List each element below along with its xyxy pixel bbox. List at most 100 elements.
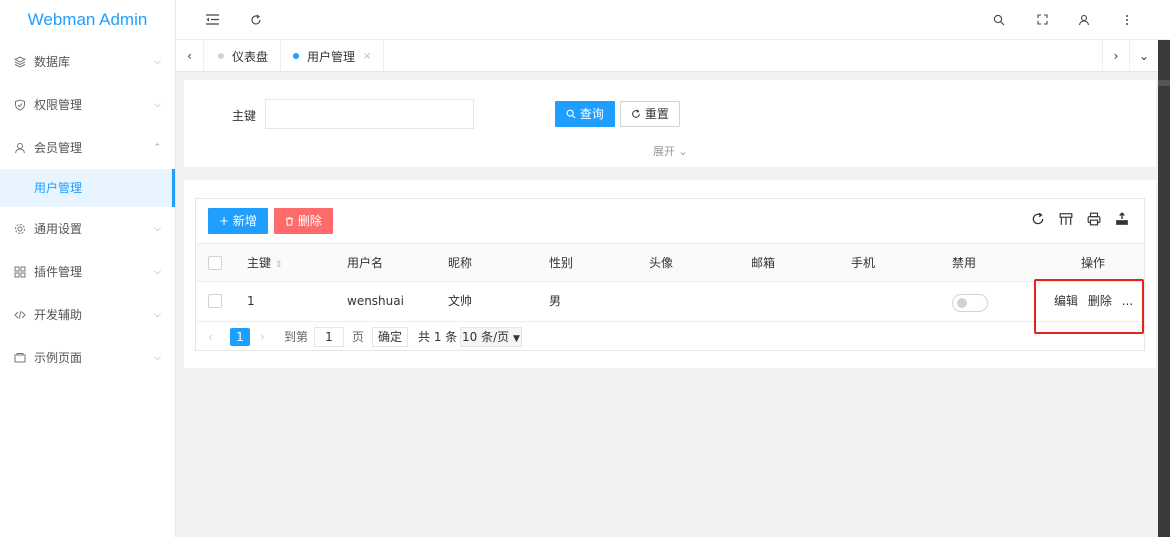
refresh-icon[interactable]	[1030, 212, 1046, 228]
chevron-down-icon: ⌵	[154, 309, 161, 320]
layers-icon	[14, 55, 26, 68]
column-header-nickname: 昵称	[448, 256, 473, 270]
column-header-actions: 操作	[1081, 256, 1106, 270]
sidebar-subitem-user-management[interactable]: 用户管理	[0, 169, 175, 207]
chevron-up-icon: ⌃	[153, 142, 161, 153]
chevron-down-icon[interactable]: ⌄	[1130, 40, 1158, 72]
column-header-id[interactable]: 主键 ⇕	[247, 244, 282, 282]
sidebar-item-dev-tools[interactable]: 开发辅助 ⌵	[0, 293, 175, 336]
reset-button[interactable]: 重置	[620, 101, 680, 127]
refresh-icon[interactable]	[246, 0, 266, 40]
sidebar-item-permissions[interactable]: 权限管理 ⌵	[0, 83, 175, 126]
page-number-current[interactable]: 1	[230, 328, 250, 346]
cell-id: 1	[247, 294, 255, 308]
column-header-gender: 性别	[549, 256, 574, 270]
tab-label: 仪表盘	[232, 49, 269, 64]
sidebar-item-members[interactable]: 会员管理 ⌃	[0, 126, 175, 169]
primary-key-input[interactable]	[265, 99, 474, 129]
cell-nickname: 文帅	[448, 294, 473, 308]
tab-user-management[interactable]: 用户管理 ×	[281, 40, 385, 72]
column-header-username: 用户名	[347, 256, 384, 270]
sidebar-item-label: 开发辅助	[34, 308, 83, 322]
goto-label: 到第	[284, 330, 309, 344]
tab-dashboard[interactable]: 仪表盘	[206, 40, 282, 72]
disabled-toggle[interactable]	[952, 294, 988, 312]
column-header-avatar: 头像	[649, 256, 674, 270]
sidebar: Webman Admin 数据库 ⌵ 权限管理 ⌵ 会员管理 ⌃ 用户管理 通用…	[0, 0, 176, 537]
delete-link[interactable]: 删除	[1088, 294, 1112, 308]
chevron-down-icon: ⌵	[154, 99, 161, 110]
page-unit-label: 页	[352, 330, 365, 344]
shield-check-icon	[14, 98, 26, 111]
chevron-down-icon: ⌵	[154, 266, 161, 277]
goto-confirm-button[interactable]: 确定	[372, 327, 408, 347]
tab-status-dot	[218, 53, 224, 59]
add-button[interactable]: + 新增	[208, 208, 268, 234]
delete-button[interactable]: 删除	[274, 208, 333, 234]
sidebar-item-label: 插件管理	[34, 265, 83, 279]
cell-username: wenshuai	[347, 294, 404, 308]
table-header-row: 主键 ⇕ 用户名 昵称 性别 头像 邮箱 手机 禁用 操作	[196, 243, 1144, 281]
column-header-disabled: 禁用	[952, 256, 977, 270]
pagination: ‹ 1 › 到第 1 页 确定 共 1 条 10 条/页 ▼	[196, 321, 1144, 351]
select-all-checkbox[interactable]	[208, 256, 222, 270]
cell-actions: 编辑 删除 ...	[1054, 282, 1133, 320]
print-icon[interactable]	[1086, 212, 1102, 228]
column-header-label: 主键	[247, 256, 272, 270]
edit-link[interactable]: 编辑	[1054, 294, 1078, 308]
data-table: 主键 ⇕ 用户名 昵称 性别 头像 邮箱 手机 禁用 操作 1 wenshuai…	[196, 243, 1144, 319]
page-tabs-bar: ‹ 仪表盘 用户管理 × › ⌄	[176, 40, 1158, 72]
page-size-select[interactable]: 10 条/页 ▼	[460, 327, 522, 347]
app-logo-title: Webman Admin	[27, 10, 148, 29]
tabs-scroll-left-icon[interactable]: ‹	[176, 40, 204, 72]
trash-icon	[285, 217, 294, 226]
column-header-mobile: 手机	[851, 256, 876, 270]
more-actions-link[interactable]: ...	[1122, 294, 1133, 308]
sidebar-item-label: 数据库	[34, 55, 71, 69]
external-window-edge	[1158, 40, 1170, 537]
chevron-down-icon: ⌵	[154, 352, 161, 363]
goto-page-input[interactable]: 1	[314, 327, 344, 347]
export-icon[interactable]	[1114, 212, 1130, 228]
code-icon	[14, 309, 26, 321]
table-panel: + 新增 删除 主键 ⇕ 用户名 昵称 性别 头像 邮箱 手机 禁用 操作 1 …	[184, 180, 1156, 368]
search-panel: 主键 查询 重置 展开 ⌄	[184, 80, 1156, 167]
gear-icon	[14, 223, 26, 235]
edge-mark	[1158, 80, 1170, 86]
cell-gender: 男	[549, 294, 562, 308]
chevron-down-icon: ⌵	[154, 223, 161, 234]
delete-button-label: 删除	[297, 214, 322, 228]
tabs-scroll-right-icon[interactable]: ›	[1102, 40, 1130, 72]
next-page-icon[interactable]: ›	[260, 328, 265, 346]
chevron-down-icon: ▼	[513, 334, 520, 344]
sort-icon[interactable]: ⇕	[275, 260, 283, 270]
reset-button-label: 重置	[644, 107, 669, 121]
expand-label: 展开	[653, 145, 675, 158]
top-header	[176, 0, 1170, 40]
close-icon[interactable]: ×	[363, 51, 371, 62]
tab-status-dot	[293, 53, 299, 59]
sidebar-item-plugins[interactable]: 插件管理 ⌵	[0, 250, 175, 293]
search-icon[interactable]	[989, 0, 1009, 40]
sidebar-item-settings[interactable]: 通用设置 ⌵	[0, 207, 175, 250]
table-row: 1 wenshuai 文帅 男 编辑 删除 ...	[196, 281, 1144, 319]
user-icon[interactable]	[1074, 0, 1094, 40]
expand-toggle[interactable]: 展开 ⌄	[653, 143, 688, 159]
sidebar-item-label: 权限管理	[34, 98, 83, 112]
row-checkbox[interactable]	[208, 294, 222, 308]
user-icon	[14, 142, 26, 154]
sidebar-item-examples[interactable]: 示例页面 ⌵	[0, 336, 175, 379]
search-icon	[566, 109, 576, 119]
query-button-label: 查询	[579, 107, 604, 121]
sidebar-item-database[interactable]: 数据库 ⌵	[0, 40, 175, 83]
page-icon	[14, 352, 26, 364]
toggle-knob	[957, 298, 967, 308]
query-button[interactable]: 查询	[555, 101, 615, 127]
menu-fold-icon[interactable]	[202, 0, 222, 40]
refresh-icon	[632, 109, 640, 118]
prev-page-icon[interactable]: ‹	[208, 328, 213, 346]
chevron-down-icon: ⌵	[154, 56, 161, 67]
fullscreen-icon[interactable]	[1032, 0, 1052, 40]
more-vertical-icon[interactable]	[1117, 0, 1137, 40]
columns-icon[interactable]	[1058, 212, 1074, 228]
